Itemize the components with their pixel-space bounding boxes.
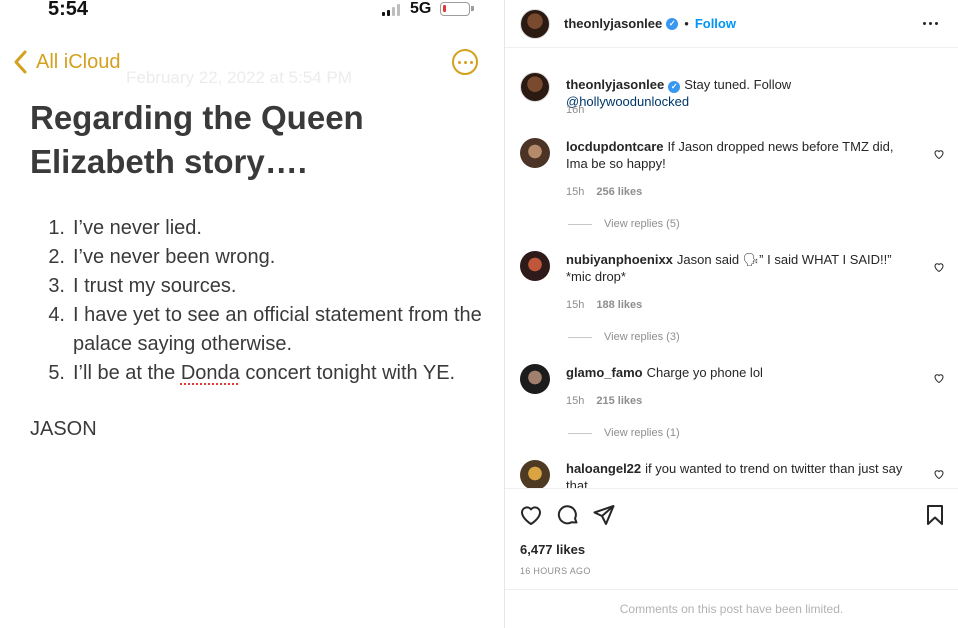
list-item: 1. I’ve never lied. <box>48 217 202 239</box>
heart-icon[interactable] <box>933 261 945 273</box>
note-list: 1. I’ve never lied. 2. I’ve never been wro… <box>30 214 490 388</box>
list-item: 2. I’ve never been wrong. <box>48 246 276 268</box>
status-bar: 5:54 5G <box>0 0 505 22</box>
like-count[interactable]: 6,477 likes <box>520 542 585 557</box>
back-label: All iCloud <box>36 50 121 73</box>
avatar[interactable] <box>520 138 550 168</box>
view-replies-button[interactable]: View replies (5) <box>568 218 680 230</box>
more-options-icon[interactable] <box>923 22 938 25</box>
share-send-icon[interactable] <box>592 503 616 527</box>
signal-strength-icon <box>382 4 400 16</box>
bookmark-icon[interactable] <box>923 503 947 527</box>
avatar[interactable] <box>520 364 550 394</box>
spellcheck-word: Donda <box>180 362 240 384</box>
screenshot-composite: 5:54 5G All iCloud February 22, 2022 at … <box>0 0 958 628</box>
list-item: 4. I have yet to see an official statemen… <box>48 304 482 355</box>
battery-icon <box>440 2 474 16</box>
note-signature: JASON <box>30 418 97 440</box>
header-username[interactable]: theonlyjasonlee <box>564 16 662 31</box>
comments-list[interactable]: theonlyjasonlee ✓ Stay tuned. Follow @holl… <box>505 52 958 488</box>
post-timestamp: 16 HOURS AGO <box>520 566 591 576</box>
status-time: 5:54 <box>48 0 89 20</box>
avatar[interactable] <box>520 460 550 488</box>
network-type: 5G <box>410 0 432 17</box>
instagram-pane: theonlyjasonlee ✓ • Follow theonlyjasonl… <box>505 0 958 628</box>
post-actions: 6,477 likes 16 HOURS AGO Comments on thi… <box>505 488 958 628</box>
heart-icon[interactable] <box>933 148 945 160</box>
follow-button[interactable]: Follow <box>695 16 736 31</box>
back-button[interactable]: All iCloud <box>10 48 120 76</box>
comments-limited-notice: Comments on this post have been limited. <box>505 589 958 616</box>
view-replies-button[interactable]: View replies (1) <box>568 427 680 439</box>
heart-icon[interactable] <box>933 372 945 384</box>
notes-pane: 5:54 5G All iCloud February 22, 2022 at … <box>0 0 505 628</box>
verified-badge-icon: ✓ <box>666 17 679 30</box>
chevron-left-icon <box>14 50 27 74</box>
more-options-button[interactable] <box>452 49 478 75</box>
mention-link[interactable]: @hollywoodunlocked <box>566 94 689 109</box>
avatar[interactable] <box>520 251 550 281</box>
view-replies-button[interactable]: View replies (3) <box>568 331 680 343</box>
heart-icon[interactable] <box>933 468 945 480</box>
list-item: 5. I’ll be at the Donda concert tonight w… <box>48 362 456 384</box>
note-date: February 22, 2022 at 5:54 PM <box>126 68 352 87</box>
notes-navbar: All iCloud February 22, 2022 at 5:54 PM <box>0 46 505 87</box>
avatar[interactable] <box>520 72 550 102</box>
verified-badge-icon: ✓ <box>668 80 681 93</box>
comment-bubble-icon[interactable] <box>556 503 580 527</box>
note-title: Regarding the Queen Elizabeth story…. <box>30 99 364 180</box>
post-header: theonlyjasonlee ✓ • Follow <box>505 0 958 48</box>
like-heart-icon[interactable] <box>519 503 543 527</box>
avatar[interactable] <box>520 9 550 39</box>
list-item: 3. I trust my sources. <box>48 275 237 297</box>
